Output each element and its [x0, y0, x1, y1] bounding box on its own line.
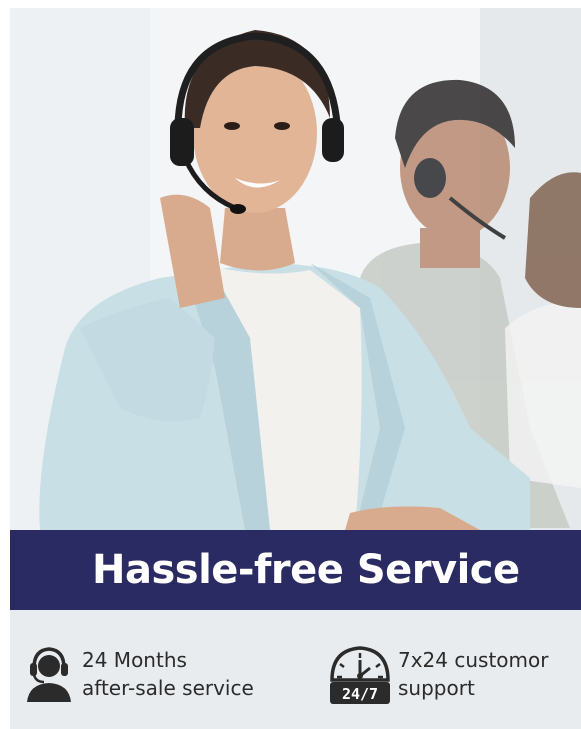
- customer-service-photo: [10, 8, 581, 530]
- service-card: Hassle-free Service 24 Months after-sale…: [0, 0, 581, 729]
- feature-support: 24/7 7x24 customor support: [328, 644, 548, 706]
- feature-support-line1: 7x24 customor: [398, 648, 549, 672]
- banner-title: Hassle-free Service: [92, 547, 520, 593]
- feature-after-sale-line2: after-sale service: [82, 676, 254, 700]
- banner: Hassle-free Service: [10, 530, 581, 610]
- headset-agent-icon: [27, 647, 71, 702]
- feature-after-sale: 24 Months after-sale service: [22, 644, 254, 704]
- clock-24-7-icon: 24/7: [330, 646, 390, 704]
- feature-after-sale-line1: 24 Months: [82, 648, 187, 672]
- feature-support-line2: support: [398, 676, 475, 700]
- clock-24-7-label: 24/7: [342, 685, 378, 703]
- features-strip: 24 Months after-sale service 24/7 7x24 c…: [10, 610, 581, 729]
